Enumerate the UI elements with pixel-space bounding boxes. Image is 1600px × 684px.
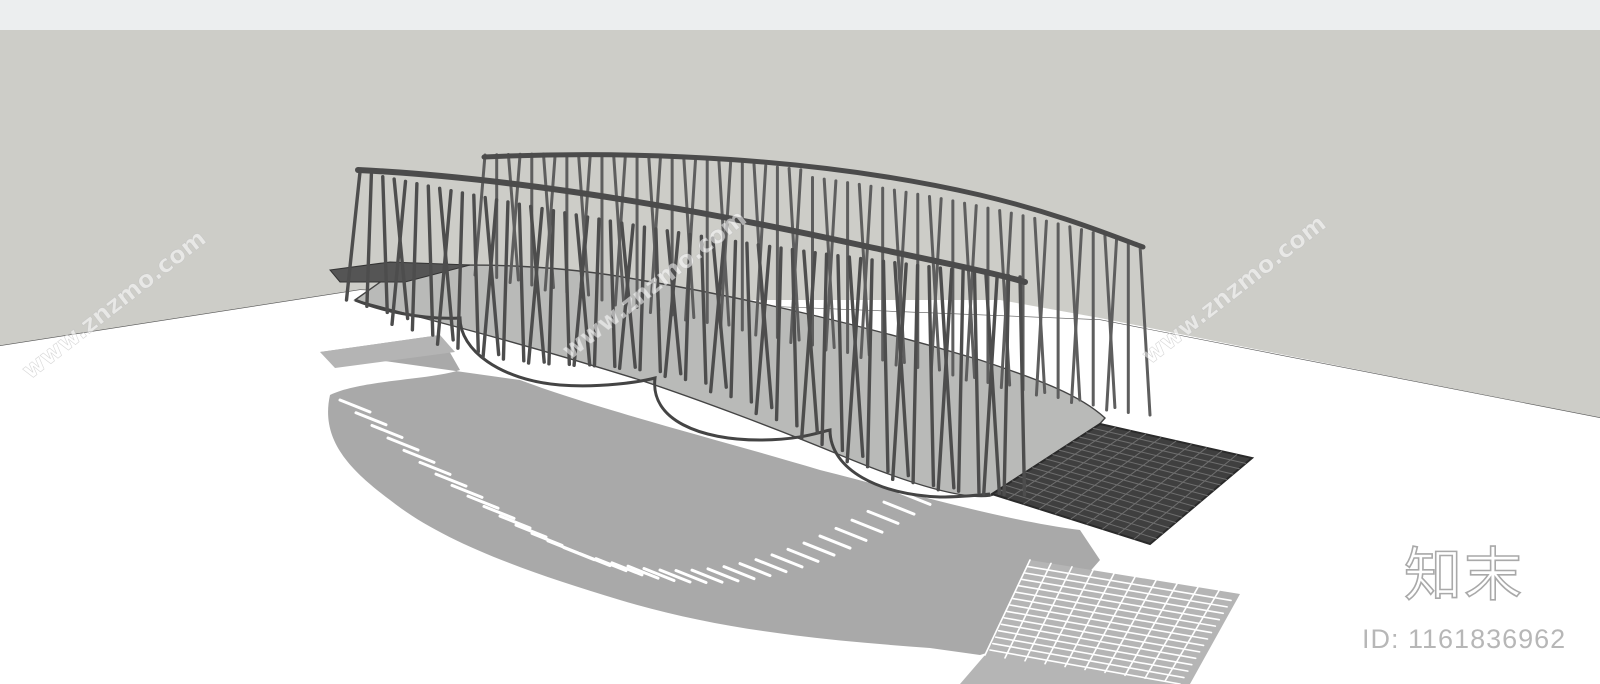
id-label: ID: 1161836962 xyxy=(1362,624,1567,654)
brand-logo: 知末 xyxy=(1403,541,1525,609)
bridge-scene: www.znzmo.com www.znzmo.com www.znzmo.co… xyxy=(0,30,1600,684)
